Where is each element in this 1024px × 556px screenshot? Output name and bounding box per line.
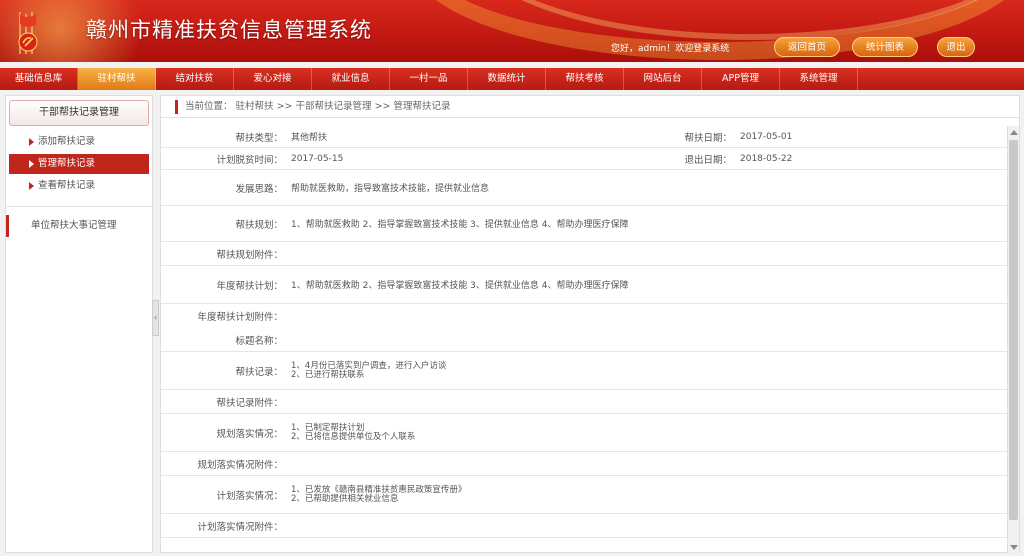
- system-title: 赣州市精准扶贫信息管理系统: [86, 18, 372, 42]
- nav-item-site-admin[interactable]: 网站后台: [624, 68, 702, 90]
- breadcrumb-link-village-help[interactable]: 驻村帮扶: [236, 101, 274, 112]
- nav-item-village-help[interactable]: 驻村帮扶: [78, 68, 156, 90]
- nav-item-charity[interactable]: 爱心对接: [234, 68, 312, 90]
- exit-date-value: 2018-05-22: [740, 153, 793, 164]
- nav-item-app-admin[interactable]: APP管理: [702, 68, 780, 90]
- plan-implementation-line: 2、已将信息提供单位及个人联系: [291, 431, 416, 442]
- sidebar-item-manage-record[interactable]: 管理帮扶记录: [9, 154, 149, 174]
- year-plan-attachment-value: [287, 304, 1007, 328]
- breadcrumb-prefix: 当前位置：: [185, 101, 233, 112]
- breadcrumb-current: 管理帮扶记录: [393, 101, 451, 112]
- help-date-label: 帮扶日期：: [684, 132, 732, 144]
- nav-item-basic-info[interactable]: 基础信息库: [0, 68, 78, 90]
- year-plan-value: 1、帮助就医救助 2、指导掌握致富技术技能 3、提供就业信息 4、帮助办理医疗保…: [291, 281, 629, 291]
- record-value: 1、4月份已落实到户调查，进行入户访谈 2、已进行帮扶联系: [287, 352, 1007, 389]
- nav-item-statistics[interactable]: 数据统计: [468, 68, 546, 90]
- plan-implementation-attachment-label: 规划落实情况附件：: [197, 459, 283, 471]
- record-attachment-label: 帮扶记录附件：: [216, 397, 283, 409]
- scroll-down-icon[interactable]: [1010, 545, 1018, 550]
- exit-date-label: 退出日期：: [684, 154, 732, 166]
- help-type-value: 其他帮扶: [291, 133, 328, 143]
- logout-button[interactable]: 退出: [937, 37, 975, 57]
- plan-label: 帮扶规划：: [235, 219, 283, 231]
- record-line: 2、已进行帮扶联系: [291, 369, 365, 380]
- year-plan-attachment-label: 年度帮扶计划附件：: [197, 312, 283, 323]
- title-name-label: 标题名称：: [235, 335, 283, 347]
- sidebar-item-view-record[interactable]: 查看帮扶记录: [6, 176, 152, 196]
- main-panel: 当前位置： 驻村帮扶 >> 干部帮扶记录管理 >> 管理帮扶记录 帮扶类型： 其…: [160, 95, 1020, 554]
- scroll-up-icon[interactable]: [1010, 130, 1018, 135]
- party-emblem-icon: [18, 12, 38, 54]
- help-date-value: 2017-05-01: [740, 131, 793, 142]
- plan-value: 1、帮助就医救助 2、指导掌握致富技术技能 3、提供就业信息 4、帮助办理医疗保…: [291, 220, 629, 230]
- breadcrumb: 当前位置： 驻村帮扶 >> 干部帮扶记录管理 >> 管理帮扶记录: [161, 96, 1019, 118]
- record-attachment-value: [287, 390, 1007, 413]
- year-implementation-attachment-value: [287, 514, 1007, 537]
- idea-label: 发展思路：: [235, 183, 283, 195]
- plan-date-value: 2017-05-15: [291, 153, 344, 164]
- help-type-label: 帮扶类型：: [235, 132, 283, 144]
- plan-implementation-attachment-value: [287, 452, 1007, 475]
- collapse-sidebar-handle[interactable]: ‹: [152, 300, 159, 336]
- record-detail-form: 帮扶类型： 其他帮扶 帮扶日期： 2017-05-01 计划脱贫时间： 2017…: [161, 126, 1007, 554]
- year-implementation-attachment-label: 计划落实情况附件：: [197, 521, 283, 533]
- year-implementation-value: 1、已发放《赣南县精准扶贫惠民政策宣传册》 2、已帮助提供相关就业信息: [287, 476, 1007, 513]
- form-scrollbar[interactable]: [1007, 126, 1019, 554]
- title-name-value: [287, 328, 1007, 351]
- nav-item-one-village-one-product[interactable]: 一村一品: [390, 68, 468, 90]
- plan-implementation-label: 规划落实情况：: [216, 428, 283, 440]
- main-nav: 基础信息库 驻村帮扶 结对扶贫 爱心对接 就业信息 一村一品 数据统计 帮扶考核…: [0, 68, 1024, 90]
- year-implementation-label: 计划落实情况：: [216, 490, 283, 502]
- breadcrumb-link-cadre-record[interactable]: 干部帮扶记录管理: [296, 101, 372, 112]
- idea-value: 帮助就医救助，指导致富技术技能，提供就业信息: [291, 184, 490, 194]
- nav-item-employment[interactable]: 就业信息: [312, 68, 390, 90]
- nav-item-system-admin[interactable]: 系统管理: [780, 68, 858, 90]
- nav-item-pair-help[interactable]: 结对扶贫: [156, 68, 234, 90]
- home-button[interactable]: 返回首页: [774, 37, 840, 57]
- sidebar: 干部帮扶记录管理 添加帮扶记录 管理帮扶记录 查看帮扶记录 单位帮扶大事记管理: [5, 95, 153, 553]
- welcome-text: 您好，admin！欢迎登录系统: [611, 44, 730, 54]
- year-plan-label: 年度帮扶计划：: [216, 280, 283, 292]
- nav-item-assessment[interactable]: 帮扶考核: [546, 68, 624, 90]
- sidebar-item-add-record[interactable]: 添加帮扶记录: [6, 132, 152, 152]
- plan-attachment-label: 帮扶规划附件：: [216, 249, 283, 261]
- scrollbar-thumb[interactable]: [1009, 140, 1018, 520]
- year-implementation-line: 2、已帮助提供相关就业信息: [291, 493, 399, 504]
- record-label: 帮扶记录：: [235, 366, 283, 378]
- app-header: 赣州市精准扶贫信息管理系统 您好，admin！欢迎登录系统 返回首页 统计图表 …: [0, 0, 1024, 62]
- sidebar-group-unit-events[interactable]: 单位帮扶大事记管理: [6, 215, 152, 237]
- plan-attachment-value: [287, 242, 1007, 265]
- stats-chart-button[interactable]: 统计图表: [852, 37, 918, 57]
- plan-implementation-value: 1、已制定帮扶计划 2、已将信息提供单位及个人联系: [287, 414, 1007, 451]
- sidebar-heading[interactable]: 干部帮扶记录管理: [9, 100, 149, 126]
- plan-date-label: 计划脱贫时间：: [216, 154, 283, 166]
